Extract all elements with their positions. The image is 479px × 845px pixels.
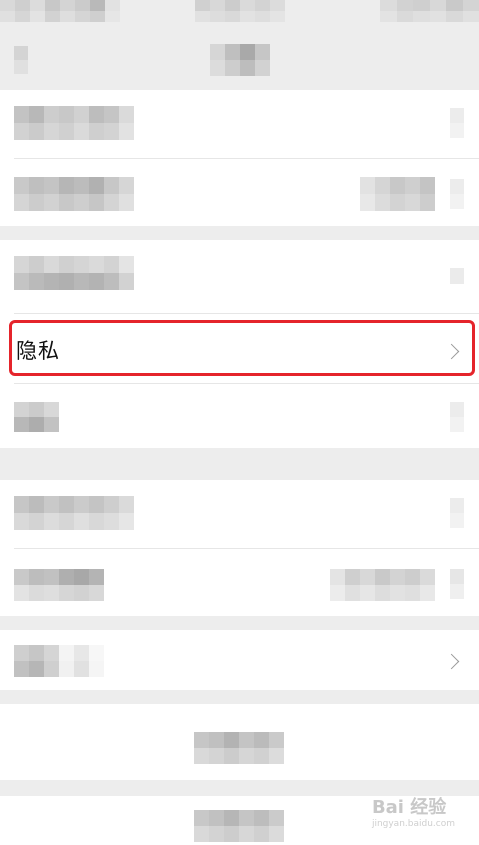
settings-row-7-value (330, 569, 435, 601)
watermark-brand: Bai 经验 (371, 797, 447, 818)
settings-row-6[interactable] (0, 480, 479, 548)
settings-row-1-label (14, 106, 134, 140)
back-button[interactable] (14, 46, 28, 74)
settings-row-5-label (14, 402, 59, 432)
nav-bar (0, 30, 479, 90)
settings-group-3 (0, 480, 479, 616)
settings-row-5[interactable] (0, 384, 479, 448)
page-title (210, 44, 270, 76)
action-button-1[interactable] (0, 704, 479, 780)
action-button-1-label (194, 732, 284, 764)
watermark-url: jingyan.baidu.com (371, 819, 455, 829)
divider (14, 313, 479, 314)
status-bar-blur-center (195, 0, 285, 22)
status-bar-blur-left (0, 0, 120, 22)
settings-row-3-label (14, 256, 134, 290)
settings-row-7-label (14, 569, 104, 601)
settings-row-1[interactable] (0, 90, 479, 158)
action-button-2-label (194, 810, 284, 842)
settings-row-1-chevron (450, 108, 464, 138)
settings-group-4 (0, 630, 479, 690)
privacy-highlight-box (9, 320, 475, 376)
settings-row-2-label (14, 177, 134, 211)
settings-row-8-label (14, 645, 104, 677)
settings-group-1 (0, 90, 479, 226)
settings-row-2-value (360, 177, 435, 211)
settings-row-6-label (14, 496, 134, 530)
settings-row-3[interactable] (0, 240, 479, 316)
baidu-watermark: Bai 经验 jingyan.baidu.com (372, 793, 455, 829)
settings-row-6-chevron (450, 498, 464, 528)
settings-row-5-chevron (450, 402, 464, 432)
settings-row-2-chevron (450, 179, 464, 209)
settings-row-3-chevron (450, 268, 464, 284)
status-bar (0, 0, 479, 30)
settings-row-7-chevron (450, 569, 464, 599)
settings-row-2[interactable] (0, 159, 479, 226)
settings-row-7[interactable] (0, 549, 479, 616)
status-bar-blur-right (380, 0, 479, 22)
settings-row-8[interactable] (0, 630, 479, 690)
